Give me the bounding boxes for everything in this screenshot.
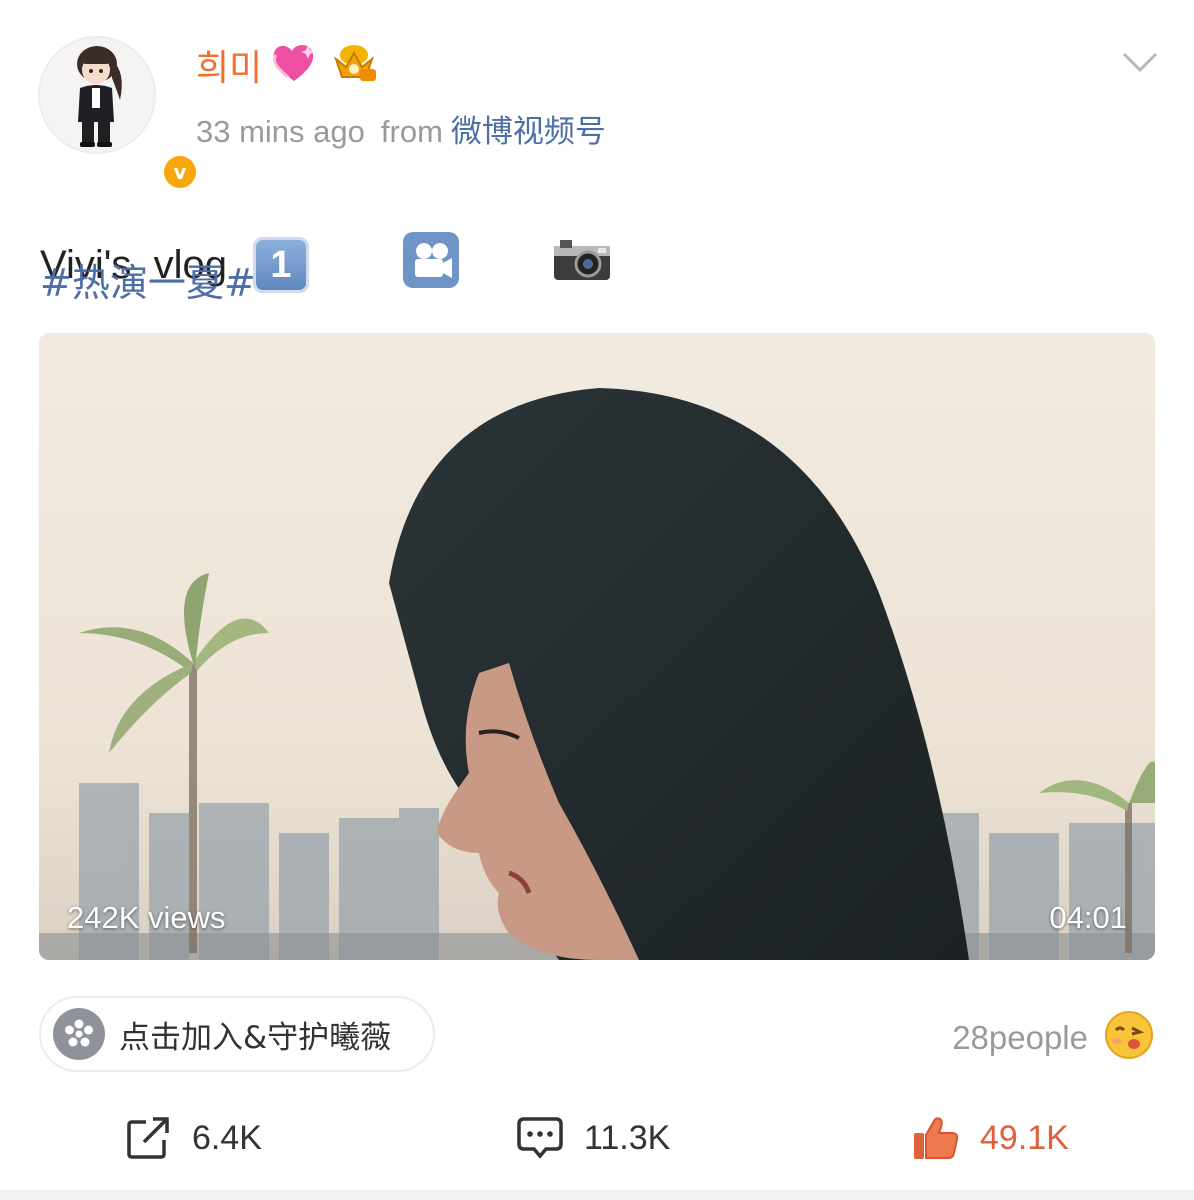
from-label: from xyxy=(380,114,443,149)
username[interactable]: 희미 xyxy=(196,39,262,91)
video-view-count: 242K views xyxy=(67,900,226,935)
repost-count: 6.4K xyxy=(192,1118,262,1157)
post-time: 33 mins ago xyxy=(196,114,365,149)
like-button[interactable]: 49.1K xyxy=(912,1098,1069,1178)
kiss-face-icon xyxy=(1104,1010,1154,1065)
card-divider xyxy=(0,1190,1194,1200)
action-bar: 6.4K 11.3K 49.1K xyxy=(0,1098,1194,1178)
like-count: 49.1K xyxy=(980,1118,1069,1157)
chevron-down-icon[interactable] xyxy=(1120,48,1160,76)
post-source[interactable]: 微博视频号 xyxy=(451,114,606,150)
hashtag-link[interactable]: #热演一夏# xyxy=(40,252,256,307)
super-topic-button[interactable]: 点击加入&守护曦薇 xyxy=(39,996,435,1072)
super-topic-icon xyxy=(53,1008,105,1060)
camera-icon xyxy=(486,191,613,339)
author-row: 희미 xyxy=(196,40,382,90)
share-icon xyxy=(127,1117,169,1159)
thumbs-up-icon xyxy=(914,1117,959,1159)
sparkling-heart-icon xyxy=(270,41,318,90)
comment-icon xyxy=(517,1117,563,1159)
super-topic-label: 点击加入&守护曦薇 xyxy=(119,1019,392,1056)
movie-camera-icon xyxy=(335,186,460,344)
people-count: 28people xyxy=(952,1018,1088,1056)
comment-count: 11.3K xyxy=(584,1118,671,1157)
video-player[interactable]: 242K views 04:01 xyxy=(39,333,1155,960)
video-thumbnail xyxy=(39,333,1155,960)
weibo-post-card: v 희미 33 mins ago from 微博视频号 Vivi's vlog … xyxy=(0,0,1194,1200)
chibi-avatar-figure xyxy=(77,46,122,147)
repost-button[interactable]: 6.4K xyxy=(126,1098,262,1178)
video-duration: 04:01 xyxy=(1049,900,1127,935)
keycap-1-icon: 1 xyxy=(252,237,309,293)
post-meta: 33 mins ago from 微博视频号 xyxy=(196,106,606,151)
crown-icon xyxy=(326,41,382,90)
avatar[interactable]: v xyxy=(38,36,200,192)
comment-button[interactable]: 11.3K xyxy=(516,1098,670,1178)
reaction-summary[interactable]: 28people xyxy=(952,1010,1154,1065)
